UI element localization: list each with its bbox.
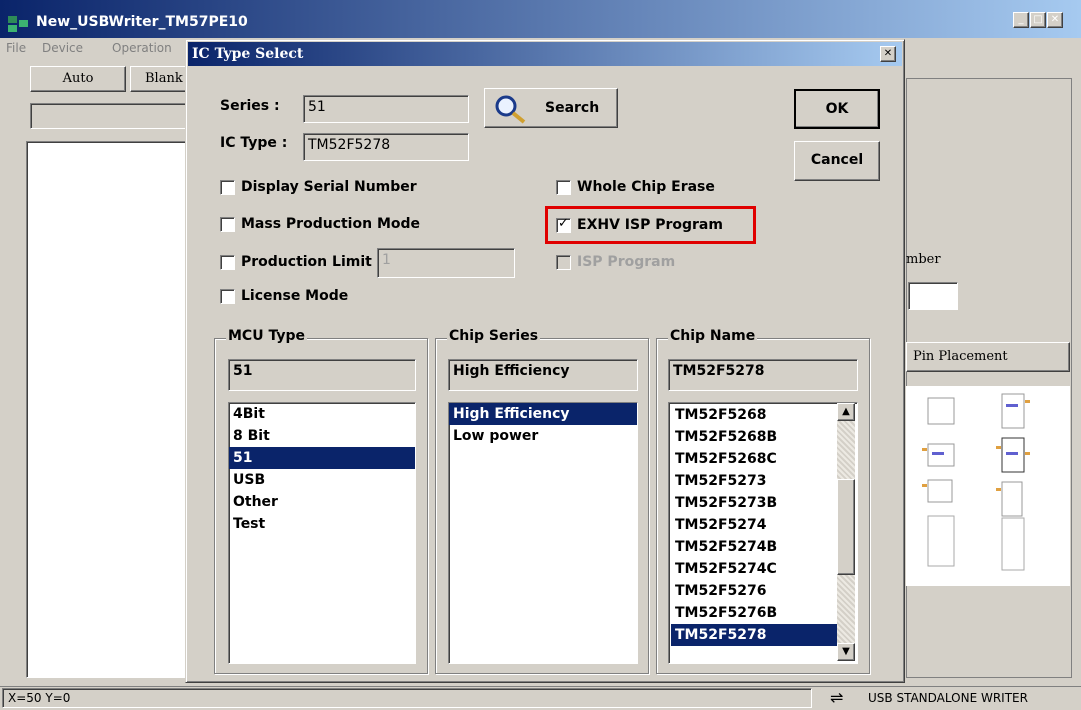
license-mode-label: License Mode	[241, 288, 349, 304]
series-label: Series :	[220, 98, 280, 114]
chip-series-caption: Chip Series	[447, 328, 541, 344]
right-panel	[906, 78, 1072, 678]
isp-program-checkbox: ISP Program	[556, 254, 675, 270]
checkbox-box[interactable]	[556, 179, 571, 195]
whole-chip-erase-label: Whole Chip Erase	[577, 179, 715, 195]
list-item[interactable]: TM52F5273	[671, 470, 837, 492]
exhv-isp-program-checkbox[interactable]: EXHV ISP Program	[556, 216, 723, 233]
list-item[interactable]: TM52F5276	[671, 580, 837, 602]
menu-operation[interactable]: Operation	[112, 41, 172, 55]
maximize-button[interactable]: □	[1030, 12, 1046, 28]
list-item-selected[interactable]: TM52F5278	[671, 624, 837, 646]
minimize-button[interactable]: _	[1013, 12, 1029, 28]
number-label: mber	[906, 252, 941, 267]
display-serial-number-label: Display Serial Number	[241, 179, 417, 195]
list-item-selected[interactable]: High Efficiency	[449, 403, 637, 425]
mass-production-mode-label: Mass Production Mode	[241, 216, 421, 232]
license-mode-checkbox[interactable]: License Mode	[220, 288, 348, 304]
list-item[interactable]: TM52F5268C	[671, 448, 837, 470]
list-item-selected[interactable]: 51	[229, 447, 415, 469]
production-limit-checkbox[interactable]: Production Limit :	[220, 254, 382, 270]
pin-placement-button[interactable]: Pin Placement	[906, 342, 1070, 372]
number-field[interactable]	[908, 282, 958, 310]
dialog-title: IC Type Select	[192, 46, 304, 62]
chip-series-field: High Efficiency	[448, 359, 638, 391]
list-item[interactable]: Other	[229, 491, 415, 513]
list-item[interactable]: TM52F5273B	[671, 492, 837, 514]
series-field: 51	[303, 95, 469, 123]
status-coords: X=50 Y=0	[8, 691, 71, 705]
display-serial-number-checkbox[interactable]: Display Serial Number	[220, 179, 417, 195]
list-item[interactable]: 4Bit	[229, 403, 415, 425]
search-label: Search	[545, 100, 600, 116]
chip-name-listbox[interactable]: TM52F5268 TM52F5268B TM52F5268C TM52F527…	[668, 402, 858, 664]
chip-series-listbox[interactable]: High Efficiency Low power	[448, 402, 638, 664]
list-item[interactable]: TM52F5274C	[671, 558, 837, 580]
scroll-thumb[interactable]	[837, 479, 855, 575]
list-item[interactable]: 8 Bit	[229, 425, 415, 447]
list-item[interactable]: USB	[229, 469, 415, 491]
dialog-titlebar: IC Type Select ✕	[188, 42, 902, 66]
usb-icon: ⇌	[830, 688, 844, 707]
log-panel	[26, 141, 190, 678]
isp-program-label: ISP Program	[577, 254, 676, 270]
main-titlebar: New_USBWriter_TM57PE10 _ □ ✕	[0, 0, 1081, 38]
mcu-type-field: 51	[228, 359, 416, 391]
ic-type-field: TM52F5278	[303, 133, 469, 161]
checkbox-box[interactable]	[220, 216, 235, 232]
list-item[interactable]: Test	[229, 513, 415, 535]
list-item[interactable]: TM52F5268	[671, 404, 837, 426]
list-item[interactable]: TM52F5274B	[671, 536, 837, 558]
status-device: USB STANDALONE WRITER	[868, 691, 1028, 705]
production-limit-label: Production Limit :	[241, 254, 383, 270]
whole-chip-erase-checkbox[interactable]: Whole Chip Erase	[556, 179, 715, 195]
app-icon	[6, 14, 30, 34]
magnifier-icon	[493, 94, 527, 124]
scroll-up-button[interactable]: ▲	[837, 403, 855, 421]
mass-production-mode-checkbox[interactable]: Mass Production Mode	[220, 216, 420, 232]
chip-name-caption: Chip Name	[668, 328, 758, 344]
checkbox-box[interactable]	[220, 288, 235, 304]
cancel-button[interactable]: Cancel	[794, 141, 880, 181]
mcu-type-listbox[interactable]: 4Bit 8 Bit 51 USB Other Test	[228, 402, 416, 664]
ok-button[interactable]: OK	[794, 89, 880, 129]
status-coords-panel	[2, 688, 812, 708]
ic-type-label: IC Type :	[220, 135, 288, 151]
menu-file[interactable]: File	[6, 41, 26, 55]
list-item[interactable]: Low power	[449, 425, 637, 447]
list-item[interactable]: TM52F5268B	[671, 426, 837, 448]
mcu-type-caption: MCU Type	[226, 328, 307, 344]
list-item[interactable]: TM52F5276B	[671, 602, 837, 624]
search-button[interactable]: Search	[484, 88, 618, 128]
app-title: New_USBWriter_TM57PE10	[36, 14, 248, 30]
progress-bar	[30, 103, 190, 129]
checkbox-box[interactable]	[556, 216, 571, 233]
close-button[interactable]: ✕	[1047, 12, 1063, 28]
scroll-down-button[interactable]: ▼	[837, 643, 855, 661]
checkbox-box[interactable]	[220, 254, 235, 270]
production-limit-field[interactable]: 1	[377, 248, 515, 278]
chip-name-field: TM52F5278	[668, 359, 858, 391]
list-item[interactable]: TM52F5274	[671, 514, 837, 536]
chip-name-scrollbar[interactable]: ▲ ▼	[837, 403, 855, 661]
menu-device[interactable]: Device	[42, 41, 83, 55]
checkbox-box[interactable]	[220, 179, 235, 195]
dialog-close-button[interactable]: ✕	[880, 46, 896, 62]
checkbox-box	[556, 254, 571, 270]
exhv-isp-program-label: EXHV ISP Program	[577, 217, 723, 233]
pin-placement-image	[906, 386, 1070, 586]
auto-button[interactable]: Auto	[30, 66, 126, 92]
blank-button[interactable]: Blank	[130, 66, 190, 92]
